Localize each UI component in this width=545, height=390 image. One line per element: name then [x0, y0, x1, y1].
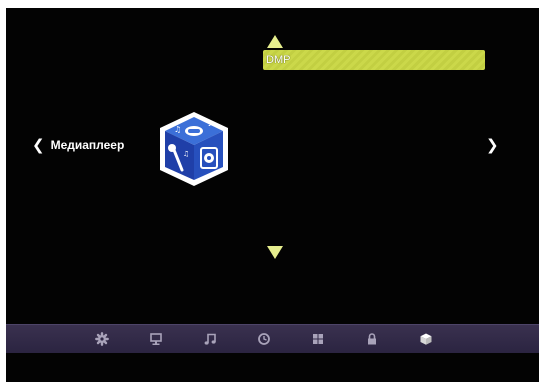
chevron-left-icon: ❮ [32, 136, 45, 154]
menu-item-label: DMP [266, 54, 291, 66]
bottom-menu-bar [6, 324, 539, 353]
settings-gear-icon[interactable] [95, 332, 109, 346]
scroll-down-arrow-icon[interactable] [267, 246, 283, 259]
svg-text:♫: ♫ [183, 150, 189, 158]
menu-item-dmp[interactable]: DMP [263, 50, 485, 70]
clock-icon[interactable] [257, 332, 271, 346]
chevron-right-icon: ❯ [486, 136, 499, 154]
apps-grid-icon[interactable] [311, 332, 325, 346]
svg-text:♫: ♫ [174, 125, 181, 134]
lock-icon[interactable] [365, 332, 379, 346]
monitor-icon[interactable] [149, 332, 163, 346]
cube-icon[interactable] [419, 332, 433, 346]
category-label: Медиаплеер [50, 138, 125, 152]
tv-menu-screen: DMP ❮ Медиаплеер ♫ ♪ ♫ ❯ [6, 8, 539, 382]
media-player-cube-icon: ♫ ♪ ♫ [158, 110, 230, 188]
category-prev-button[interactable]: ❮ Медиаплеер [32, 135, 124, 155]
music-note-icon[interactable] [203, 332, 217, 346]
category-next-button[interactable]: ❯ [486, 135, 499, 155]
svg-text:♪: ♪ [208, 120, 212, 128]
scroll-up-arrow-icon[interactable] [267, 35, 283, 48]
